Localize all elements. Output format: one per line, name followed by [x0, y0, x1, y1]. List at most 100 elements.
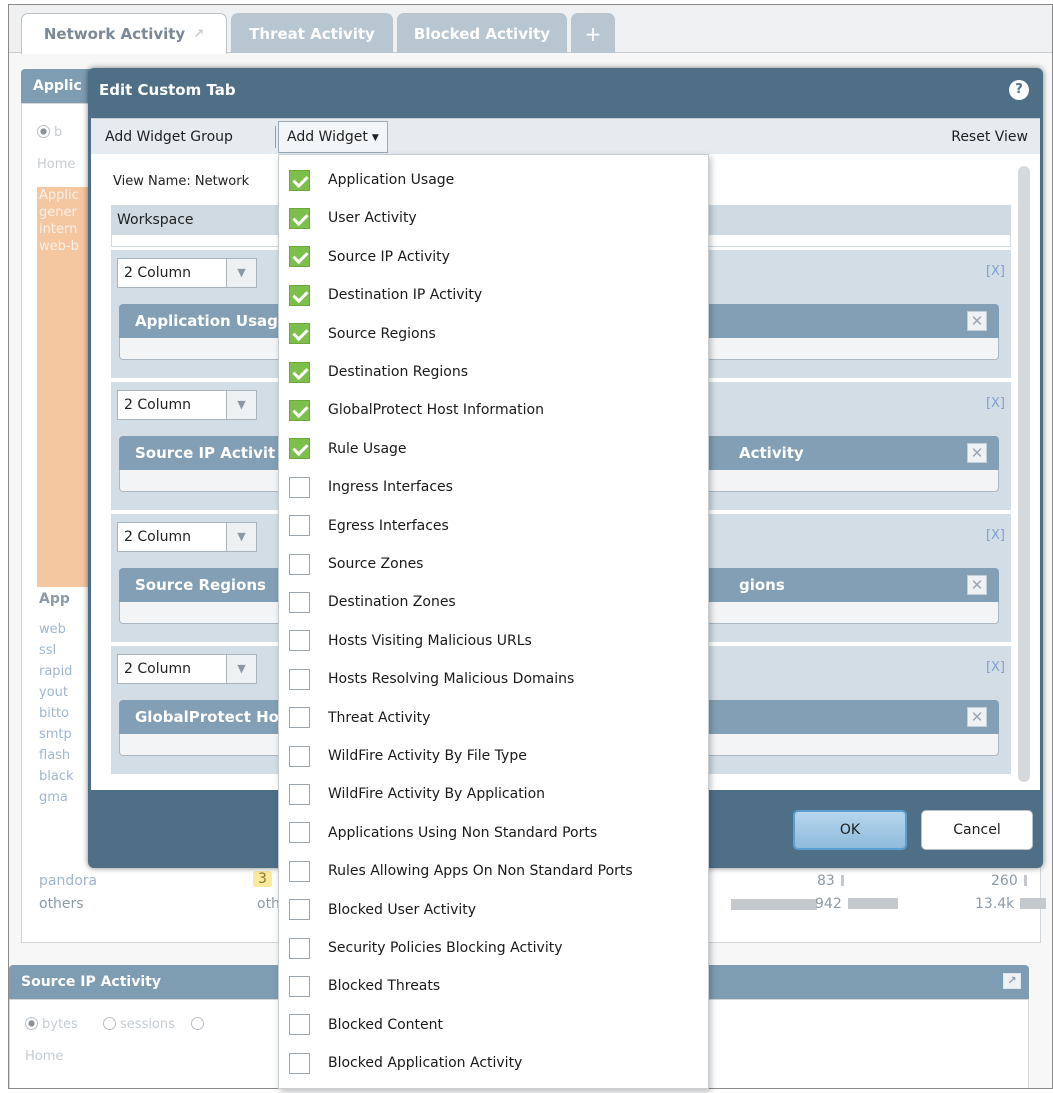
value-bar — [1023, 875, 1027, 886]
checkbox-checked-icon[interactable] — [289, 323, 310, 345]
help-icon[interactable]: ? — [1009, 80, 1029, 100]
checkbox-empty-icon[interactable] — [289, 553, 310, 575]
checkbox-empty-icon[interactable] — [289, 745, 310, 767]
ok-button[interactable]: OK — [793, 810, 907, 850]
menu-item[interactable]: WildFire Activity By File Type — [279, 737, 708, 775]
column-select[interactable]: 2 Column ▼ — [117, 258, 257, 288]
breadcrumb-home[interactable]: Home — [25, 1049, 63, 1064]
checkbox-empty-icon[interactable] — [289, 822, 310, 844]
menu-item-label: Rules Allowing Apps On Non Standard Port… — [328, 863, 633, 880]
widget-title: Source IP Activit — [135, 444, 276, 462]
menu-item[interactable]: WildFire Activity By Application — [279, 775, 708, 813]
menu-item-label: User Activity — [328, 210, 417, 227]
checkbox-empty-icon[interactable] — [289, 630, 310, 652]
table-row-name[interactable]: pandora — [39, 873, 97, 889]
remove-group-button[interactable]: [X] — [986, 264, 1005, 279]
breadcrumb-home[interactable]: Home — [37, 157, 75, 172]
menu-item[interactable]: Hosts Visiting Malicious URLs — [279, 622, 708, 660]
checkbox-checked-icon[interactable] — [289, 361, 310, 383]
menu-item[interactable]: Application Usage — [279, 161, 708, 199]
checkbox-empty-icon[interactable] — [289, 668, 310, 690]
tab-network-activity[interactable]: Network Activity ↗ — [21, 13, 227, 54]
table-row-name[interactable]: others — [39, 896, 84, 912]
add-widget-button[interactable]: Add Widget ▼ — [278, 121, 388, 153]
menu-item[interactable]: Rules Allowing Apps On Non Standard Port… — [279, 852, 708, 890]
add-widget-group-button[interactable]: Add Widget Group — [105, 119, 233, 155]
column-select[interactable]: 2 Column ▼ — [117, 390, 257, 420]
menu-item[interactable]: Destination Zones — [279, 583, 708, 621]
checkbox-checked-icon[interactable] — [289, 438, 310, 460]
menu-item[interactable]: Source Zones — [279, 545, 708, 583]
apps-column-header: App — [39, 591, 70, 607]
sessions-radio[interactable]: sessions — [103, 1017, 175, 1032]
bytes-radio[interactable]: bytes — [25, 1017, 78, 1032]
checkbox-empty-icon[interactable] — [289, 1014, 310, 1036]
checkbox-checked-icon[interactable] — [289, 246, 310, 268]
menu-item[interactable]: Source Regions — [279, 315, 708, 353]
menu-item[interactable]: GlobalProtect Host Information — [279, 391, 708, 429]
checkbox-empty-icon[interactable] — [289, 707, 310, 729]
reset-view-button[interactable]: Reset View — [951, 119, 1028, 155]
menu-item[interactable]: Hosts Resolving Malicious Domains — [279, 660, 708, 698]
menu-item[interactable]: Blocked Threats — [279, 967, 708, 1005]
checkbox-empty-icon[interactable] — [289, 591, 310, 613]
menu-item[interactable]: Blocked Content — [279, 1006, 708, 1044]
chevron-down-icon: ▼ — [226, 391, 256, 419]
checkbox-empty-icon[interactable] — [289, 1052, 310, 1074]
panel-title: Applic — [33, 78, 82, 94]
widget-title: gions — [739, 576, 785, 594]
checkbox-checked-icon[interactable] — [289, 169, 310, 191]
plus-icon: + — [584, 21, 602, 46]
close-icon[interactable]: ✕ — [967, 707, 987, 727]
menu-item[interactable]: Blocked User Activity — [279, 891, 708, 929]
radio-empty-icon — [103, 1017, 116, 1030]
tab-threat-activity[interactable]: Threat Activity — [231, 13, 393, 53]
menu-item[interactable]: Rule Usage — [279, 430, 708, 468]
menu-item[interactable]: Source IP Activity — [279, 238, 708, 276]
menu-item[interactable]: Egress Interfaces — [279, 507, 708, 545]
menu-item-label: Ingress Interfaces — [328, 479, 453, 496]
value-bar — [1020, 898, 1047, 909]
column-select[interactable]: 2 Column ▼ — [117, 654, 257, 684]
menu-item[interactable]: User Activity — [279, 199, 708, 237]
third-radio[interactable] — [191, 1017, 208, 1032]
menu-item[interactable]: Applications Using Non Standard Ports — [279, 814, 708, 852]
menu-item[interactable]: Blocked Application Activity — [279, 1044, 708, 1082]
remove-group-button[interactable]: [X] — [986, 528, 1005, 543]
bytes-radio[interactable]: b — [37, 125, 62, 140]
checkbox-empty-icon[interactable] — [289, 783, 310, 805]
cancel-button[interactable]: Cancel — [921, 810, 1033, 850]
close-icon[interactable]: ✕ — [967, 311, 987, 331]
close-icon[interactable]: ✕ — [967, 443, 987, 463]
menu-item[interactable]: Destination IP Activity — [279, 276, 708, 314]
checkbox-empty-icon[interactable] — [289, 860, 310, 882]
view-name-label: View Name: Network — [113, 174, 250, 189]
menu-item-label: Blocked Application Activity — [328, 1055, 523, 1072]
checkbox-checked-icon[interactable] — [289, 399, 310, 421]
remove-group-button[interactable]: [X] — [986, 660, 1005, 675]
checkbox-empty-icon[interactable] — [289, 975, 310, 997]
scrollbar[interactable] — [1018, 166, 1030, 782]
column-select-value: 2 Column — [124, 265, 191, 281]
checkbox-checked-icon[interactable] — [289, 207, 310, 229]
checkbox-empty-icon[interactable] — [289, 515, 310, 537]
menu-item[interactable]: Threat Activity — [279, 699, 708, 737]
menu-item-label: Hosts Visiting Malicious URLs — [328, 632, 532, 649]
checkbox-empty-icon[interactable] — [289, 899, 310, 921]
remove-group-button[interactable]: [X] — [986, 396, 1005, 411]
tab-bar: Network Activity ↗ Threat Activity Block… — [9, 5, 1052, 54]
expand-icon[interactable]: ↗ — [1003, 973, 1021, 989]
checkbox-checked-icon[interactable] — [289, 284, 310, 306]
add-tab-button[interactable]: + — [571, 13, 615, 53]
menu-item[interactable]: Destination Regions — [279, 353, 708, 391]
checkbox-empty-icon[interactable] — [289, 937, 310, 959]
close-icon[interactable]: ✕ — [967, 575, 987, 595]
menu-item[interactable]: Ingress Interfaces — [279, 468, 708, 506]
menu-item[interactable]: Security Policies Blocking Activity — [279, 929, 708, 967]
tab-blocked-activity[interactable]: Blocked Activity — [397, 13, 567, 53]
checkbox-empty-icon[interactable] — [289, 476, 310, 498]
column-select-value: 2 Column — [124, 661, 191, 677]
widget-title: GlobalProtect Ho — [135, 708, 279, 726]
column-select[interactable]: 2 Column ▼ — [117, 522, 257, 552]
pin-icon[interactable]: ↗ — [193, 27, 204, 42]
